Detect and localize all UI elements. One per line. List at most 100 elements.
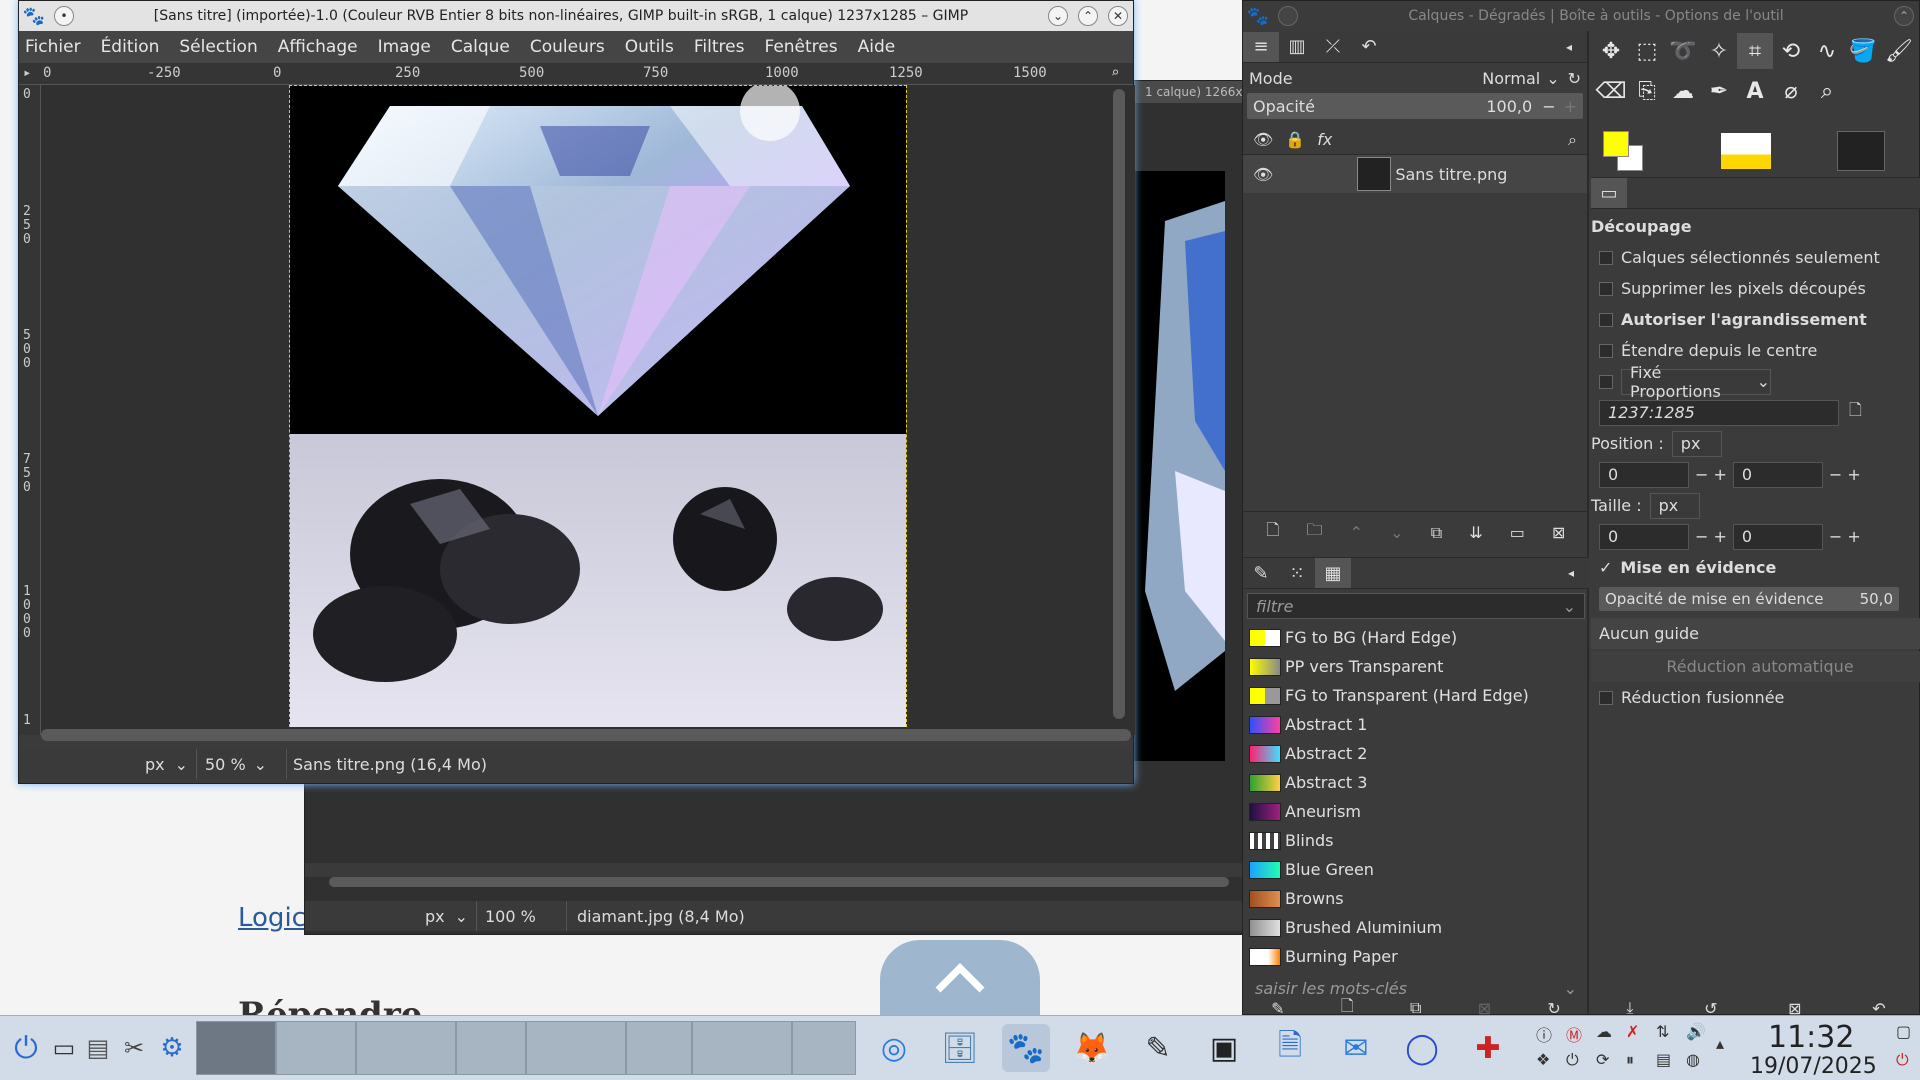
task-button[interactable] [456, 1021, 526, 1075]
firefox-icon[interactable]: 🦊 [1068, 1024, 1116, 1072]
menu-couleurs[interactable]: Couleurs [530, 37, 605, 57]
new-group-icon[interactable]: 🗀 [1307, 519, 1323, 546]
paths-tab-icon[interactable]: ⤫ [1315, 32, 1351, 62]
chromium-icon[interactable]: ◎ [870, 1024, 918, 1072]
color-swatches[interactable] [1603, 131, 1653, 181]
undo-tab-icon[interactable]: ↶ [1351, 32, 1387, 62]
size-unit-select[interactable]: px [1649, 492, 1700, 519]
minus-plus-icon[interactable]: − + [1829, 465, 1861, 484]
checkmark-icon[interactable]: ✓ [1599, 558, 1612, 577]
position-unit-select[interactable]: px [1671, 430, 1722, 457]
minus-icon[interactable]: − [1542, 97, 1555, 116]
tray-cloud-icon[interactable]: ☁ [1596, 1022, 1612, 1041]
tray-info-icon[interactable]: ⓘ [1536, 1022, 1552, 1046]
lasso-tool-icon[interactable]: ➰ [1665, 33, 1701, 69]
horizontal-ruler[interactable]: ▸ 0 -250 0 250 500 750 1000 1250 1500 ⌕ [19, 63, 1133, 85]
gimp-window-main[interactable]: 🐾 • [Sans titre] (importée)-1.0 (Couleur… [18, 0, 1135, 784]
web-link[interactable]: Logic [238, 903, 306, 933]
tray-expand-icon[interactable]: ▴ [1716, 1034, 1724, 1053]
main-titlebar[interactable]: 🐾 • [Sans titre] (importée)-1.0 (Couleur… [19, 1, 1133, 31]
delete-layer-icon[interactable]: ⊠ [1552, 523, 1565, 542]
system-icon[interactable]: ⚙ [148, 1024, 196, 1072]
clock-time[interactable]: 11:32 [1768, 1020, 1854, 1055]
checkbox[interactable] [1599, 343, 1613, 358]
gradient-item[interactable]: FG to BG (Hard Edge) [1243, 623, 1589, 652]
gradient-item[interactable]: Aneurism [1243, 797, 1589, 826]
menu-calque[interactable]: Calque [451, 37, 510, 57]
tray-mail-icon[interactable]: Ⓜ [1566, 1022, 1582, 1046]
portrait-icon[interactable]: 🗋 [1849, 399, 1862, 426]
gimp-icon[interactable]: 🐾 [1002, 1024, 1050, 1072]
task-button[interactable] [792, 1021, 856, 1075]
text-editor-icon[interactable]: ✎ [1134, 1024, 1182, 1072]
size-w-input[interactable]: 0 [1599, 523, 1689, 550]
position-y-input[interactable]: 0 [1732, 461, 1823, 488]
lock-icon[interactable]: 🔒 [1285, 130, 1305, 149]
reset-mode-icon[interactable]: ↻ [1568, 69, 1581, 88]
gradient-item[interactable]: Browns [1243, 884, 1589, 913]
gradient-item[interactable]: Abstract 2 [1243, 739, 1589, 768]
move-tool-icon[interactable]: ✥ [1593, 33, 1629, 69]
menu-affichage[interactable]: Affichage [278, 37, 358, 57]
gradient-item[interactable]: Burning Paper [1243, 942, 1589, 971]
raise-layer-icon[interactable]: ⌃ [1350, 523, 1363, 542]
eraser-tool-icon[interactable]: ⌫ [1593, 73, 1629, 109]
zoom-select[interactable]: 50 % ⌄ [197, 749, 287, 779]
menu-fenetres[interactable]: Fenêtres [764, 37, 837, 57]
panel-menu-icon[interactable]: ◂ [1553, 558, 1589, 588]
menu-fichier[interactable]: Fichier [25, 37, 81, 57]
document-icon[interactable]: 🗎 [1266, 1024, 1314, 1072]
option-row[interactable]: Calques sélectionnés seulement [1591, 242, 1920, 273]
brush-pattern-gradient-preview[interactable] [1721, 133, 1771, 169]
dock-titlebar[interactable]: 🐾 Calques - Dégradés | Boîte à outils - … [1243, 1, 1919, 31]
menu-image[interactable]: Image [378, 37, 431, 57]
visibility-icon[interactable]: 👁 [1253, 165, 1273, 184]
task-button[interactable] [692, 1021, 792, 1075]
merged-shrink-row[interactable]: Réduction fusionnée [1591, 682, 1920, 713]
gradient-item[interactable]: Blue Green [1243, 855, 1589, 884]
fuzzy-select-tool-icon[interactable]: ✧ [1701, 33, 1737, 69]
new-layer-icon[interactable]: 🗋 [1267, 519, 1280, 546]
gradient-item[interactable]: Blinds [1243, 826, 1589, 855]
tray-window-icon[interactable]: ▢ [1896, 1022, 1911, 1041]
lower-layer-icon[interactable]: ⌄ [1390, 523, 1403, 542]
gradient-item[interactable]: Abstract 1 [1243, 710, 1589, 739]
pin-icon[interactable] [1278, 6, 1298, 26]
checkbox[interactable] [1599, 281, 1613, 296]
bucket-fill-tool-icon[interactable]: 🪣 [1845, 33, 1881, 69]
panel-menu-icon[interactable]: ◂ [1551, 32, 1587, 62]
paths-tool-icon[interactable]: ✒ [1701, 73, 1737, 109]
minus-plus-icon[interactable]: − + [1695, 465, 1727, 484]
option-row[interactable]: Autoriser l'agrandissement [1591, 304, 1920, 335]
brushes-tab-icon[interactable]: ✎ [1243, 558, 1279, 588]
tray-power-icon[interactable]: ⏻ [1566, 1050, 1579, 1070]
channels-tab-icon[interactable]: ▥ [1279, 32, 1315, 62]
highlight-opacity-slider[interactable]: Opacité de mise en évidence 50,0 [1599, 586, 1899, 611]
back-zoom-select[interactable]: 100 % [477, 901, 567, 931]
merge-layer-icon[interactable]: ⇊ [1469, 523, 1482, 542]
warp-tool-icon[interactable]: ∿ [1809, 33, 1845, 69]
tray-tools-icon[interactable]: ✗ [1626, 1022, 1639, 1041]
rect-select-tool-icon[interactable]: ⬚ [1629, 33, 1665, 69]
tray-volume-icon[interactable]: 🔊 [1686, 1022, 1706, 1041]
minus-plus-icon[interactable]: − + [1829, 527, 1861, 546]
pin-icon[interactable]: • [54, 6, 74, 26]
thunderbird-icon[interactable]: ✉ [1332, 1024, 1380, 1072]
zoom-tool-icon[interactable]: ⌕ [1809, 73, 1845, 109]
crop-tool-icon[interactable]: ⌗ [1737, 33, 1773, 69]
tray-network-icon[interactable]: ⇅ [1656, 1022, 1669, 1041]
image-preview-thumbnail[interactable] [1837, 131, 1885, 171]
auto-shrink-button[interactable]: Réduction automatique [1591, 651, 1920, 682]
clone-tool-icon[interactable]: ⎘ [1629, 73, 1665, 109]
search-icon[interactable]: ⌕ [1568, 130, 1577, 150]
maximize-button[interactable]: ⌃ [1078, 6, 1098, 26]
mode-select[interactable]: Normal [1482, 69, 1540, 88]
checkbox[interactable] [1599, 690, 1613, 705]
terminal-icon[interactable]: ▣ [1200, 1024, 1248, 1072]
task-button[interactable] [526, 1021, 626, 1075]
gradient-filter-input[interactable]: filtre ⌄ [1247, 593, 1585, 619]
visibility-icon[interactable]: 👁 [1253, 130, 1273, 149]
guide-select[interactable]: Aucun guide [1591, 618, 1920, 649]
tray-shutdown-icon[interactable]: ⏻ [1896, 1050, 1909, 1070]
navigate-icon[interactable]: ⌕ [1111, 65, 1119, 81]
